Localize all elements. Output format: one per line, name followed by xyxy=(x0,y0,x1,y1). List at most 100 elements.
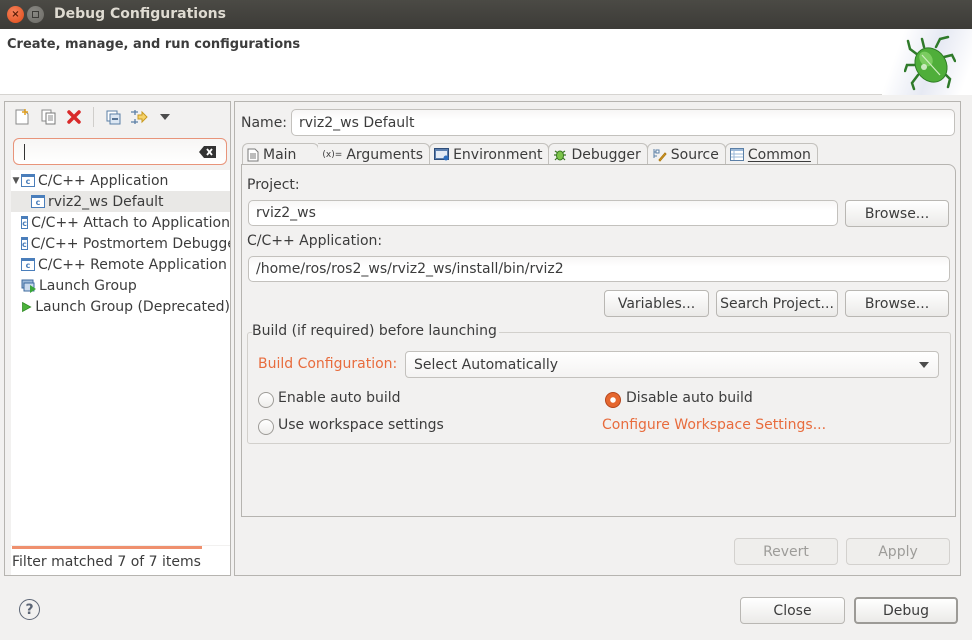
c-app-icon: c xyxy=(21,174,35,187)
duplicate-button[interactable] xyxy=(39,108,57,126)
tree-item-rviz2-ws-default[interactable]: c rviz2_ws Default xyxy=(11,191,230,212)
delete-button[interactable] xyxy=(65,108,83,126)
tree-item-label: rviz2_ws Default xyxy=(48,193,164,210)
tree-item-label: C/C++ Attach to Application xyxy=(31,214,230,231)
tree-item-c-cpp-application[interactable]: ▼ c C/C++ Application xyxy=(11,170,230,191)
debug-button[interactable]: Debug xyxy=(854,597,958,624)
tree-item-c-cpp-postmortem[interactable]: c C/C++ Postmortem Debugger xyxy=(11,233,230,254)
main-tab-content: Project: rviz2_ws Browse... C/C++ Applic… xyxy=(241,164,956,517)
tab-label: Source xyxy=(670,146,719,163)
tab-common[interactable]: Common xyxy=(724,143,818,165)
collapse-all-icon xyxy=(106,110,120,124)
toolbar-separator xyxy=(93,107,94,127)
c-app-icon: c xyxy=(21,258,35,271)
use-workspace-settings-radio[interactable] xyxy=(258,419,274,435)
filter-button[interactable] xyxy=(130,108,148,126)
tab-label: Arguments xyxy=(346,146,424,163)
window-maximize-button[interactable] xyxy=(27,6,44,23)
banner-title: Create, manage, and run configurations xyxy=(7,37,301,52)
apply-button[interactable]: Apply xyxy=(846,538,950,565)
clear-filter-icon[interactable] xyxy=(199,146,216,158)
application-label: C/C++ Application: xyxy=(247,233,383,249)
filter-icon xyxy=(131,110,148,124)
banner-image xyxy=(882,29,972,95)
name-input[interactable]: rviz2_ws Default xyxy=(291,109,955,136)
enable-auto-build-radio[interactable] xyxy=(258,392,274,408)
variables-button[interactable]: Variables... xyxy=(604,290,709,317)
tab-source[interactable]: Source xyxy=(646,143,726,165)
build-configuration-select[interactable]: Select Automatically xyxy=(405,351,939,378)
view-menu-button[interactable] xyxy=(156,108,174,126)
expand-arrow-icon[interactable]: ▼ xyxy=(11,176,21,186)
name-label: Name: xyxy=(241,115,288,131)
build-group: Build (if required) before launching Bui… xyxy=(247,323,951,444)
new-file-icon xyxy=(15,109,29,125)
configuration-tree-panel: ▼ c C/C++ Application c rviz2_ws Default… xyxy=(4,101,231,576)
dropdown-arrow-icon xyxy=(919,362,929,368)
tab-main[interactable]: Main xyxy=(242,143,320,165)
tree-item-label: C/C++ Application xyxy=(38,172,169,189)
tab-label: Debugger xyxy=(571,146,641,163)
project-input[interactable]: rviz2_ws xyxy=(248,200,838,226)
launch-group-icon xyxy=(21,279,36,293)
launch-green-icon xyxy=(22,301,32,312)
application-browse-button[interactable]: Browse... xyxy=(845,290,949,317)
tab-debugger[interactable]: Debugger xyxy=(548,143,648,165)
c-app-icon: c xyxy=(21,237,28,250)
disable-auto-build-radio[interactable] xyxy=(605,392,621,408)
c-app-icon: c xyxy=(31,195,45,208)
application-input[interactable]: /home/ros/ros2_ws/rviz2_ws/install/bin/r… xyxy=(248,256,950,282)
window-close-button[interactable]: × xyxy=(7,6,24,23)
configure-workspace-settings-link[interactable]: Configure Workspace Settings... xyxy=(602,417,826,433)
tree-item-label: Launch Group (Deprecated) xyxy=(35,298,230,315)
filter-status-area: Filter matched 7 of 7 items xyxy=(11,546,230,575)
chevron-down-icon xyxy=(160,114,170,120)
filter-status-text: Filter matched 7 of 7 items xyxy=(12,554,201,570)
tree-item-launch-group-deprecated[interactable]: Launch Group (Deprecated) xyxy=(11,296,230,317)
bug-icon xyxy=(904,35,956,91)
tree-item-label: Launch Group xyxy=(39,277,137,294)
use-workspace-settings-label: Use workspace settings xyxy=(278,417,444,433)
project-browse-button[interactable]: Browse... xyxy=(845,200,949,227)
tab-arguments[interactable]: (x)= Arguments xyxy=(318,143,431,165)
build-group-title: Build (if required) before launching xyxy=(252,323,499,339)
new-configuration-button[interactable] xyxy=(13,108,31,126)
left-toolbar xyxy=(5,102,230,132)
header-banner: Create, manage, and run configurations xyxy=(0,29,972,95)
tree-item-label: C/C++ Remote Application xyxy=(38,256,227,273)
enable-auto-build-label: Enable auto build xyxy=(278,390,401,406)
debugger-bug-icon xyxy=(554,150,567,160)
build-configuration-label: Build Configuration: xyxy=(258,356,398,372)
duplicate-icon xyxy=(41,109,55,125)
tab-bar: Main (x)= Arguments Environment Debugger… xyxy=(242,143,818,165)
tab-label: Environment xyxy=(453,146,543,163)
delete-icon xyxy=(67,110,81,124)
arguments-icon: (x)= xyxy=(322,149,343,160)
environment-icon xyxy=(434,148,450,161)
close-button[interactable]: Close xyxy=(740,597,845,624)
configuration-editor-panel: Name: rviz2_ws Default Main (x)= Argumen… xyxy=(234,101,961,576)
common-icon xyxy=(729,148,744,161)
revert-button[interactable]: Revert xyxy=(734,538,838,565)
disable-auto-build-label: Disable auto build xyxy=(626,390,753,406)
search-project-button[interactable]: Search Project... xyxy=(716,290,838,317)
tree-item-c-cpp-remote[interactable]: c C/C++ Remote Application xyxy=(11,254,230,275)
tab-environment[interactable]: Environment xyxy=(429,143,550,165)
maximize-icon xyxy=(32,11,39,18)
window-title: Debug Configurations xyxy=(54,6,226,22)
tree-item-launch-group[interactable]: Launch Group xyxy=(11,275,230,296)
tree-item-c-cpp-attach[interactable]: c C/C++ Attach to Application xyxy=(11,212,230,233)
help-icon[interactable]: ? xyxy=(19,599,40,620)
tree-item-label: C/C++ Postmortem Debugger xyxy=(30,235,230,252)
tab-label: Main xyxy=(263,146,297,163)
close-icon: × xyxy=(11,9,20,20)
source-icon xyxy=(653,148,667,162)
build-configuration-value: Select Automatically xyxy=(414,356,559,373)
tab-label: Common xyxy=(747,146,811,163)
c-app-icon: c xyxy=(21,216,29,229)
text-caret xyxy=(24,144,25,160)
title-bar: × Debug Configurations xyxy=(0,0,972,29)
filter-input[interactable] xyxy=(13,138,227,165)
collapse-all-button[interactable] xyxy=(104,108,122,126)
filter-progress-bar xyxy=(12,546,202,549)
